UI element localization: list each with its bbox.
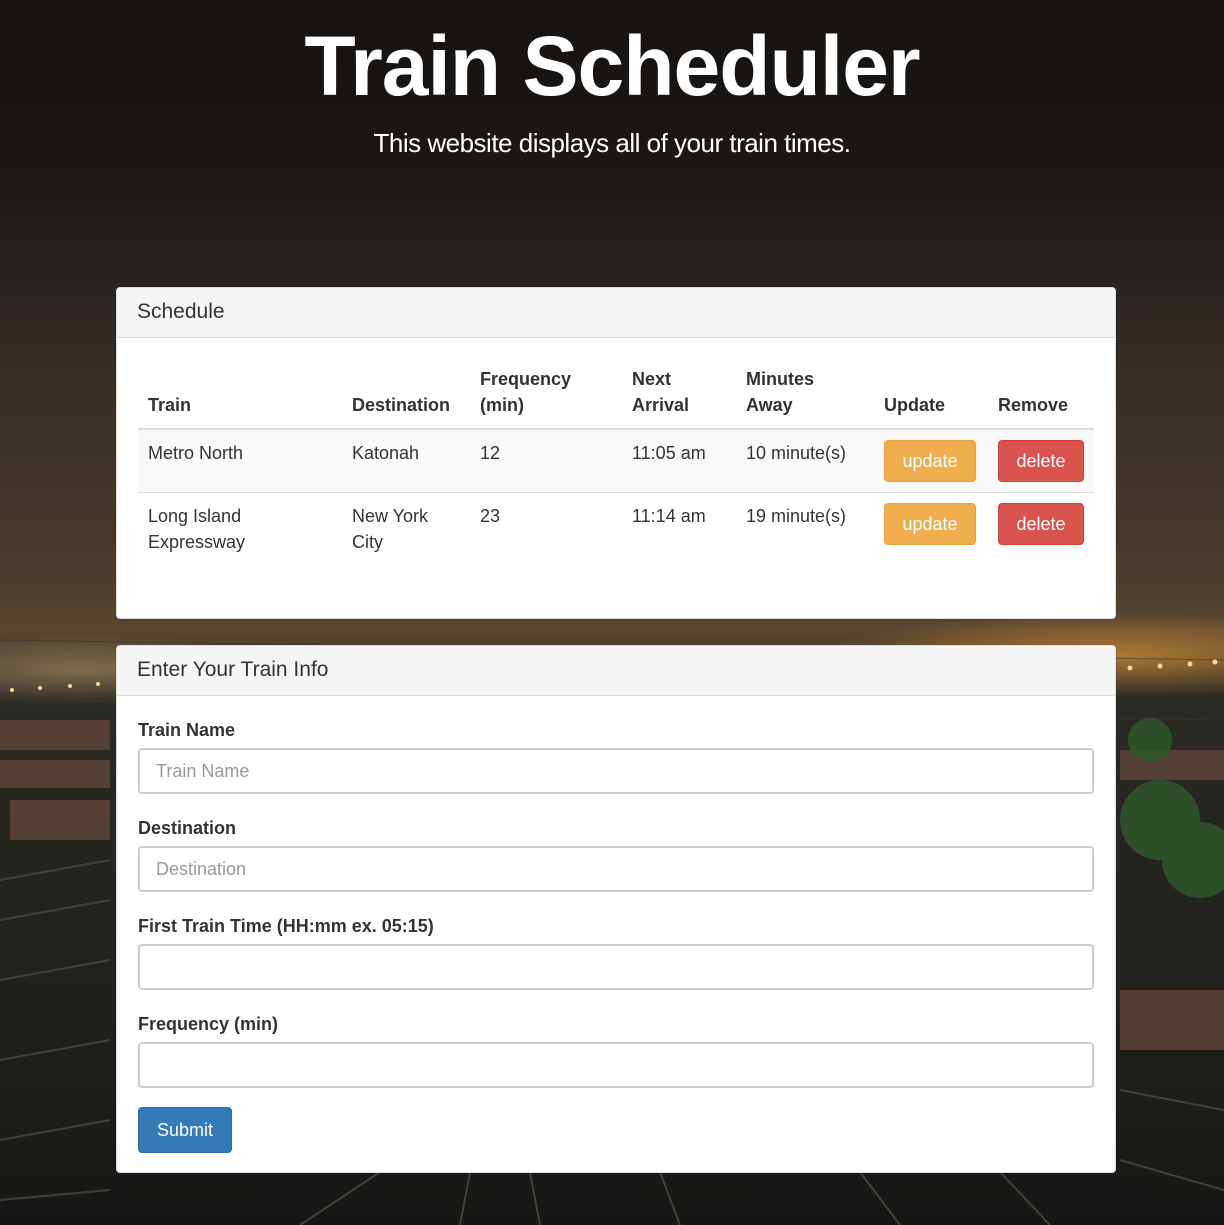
- column-header-frequency: Frequency (min): [470, 366, 622, 430]
- page-title: Train Scheduler: [304, 19, 920, 113]
- update-button[interactable]: update: [884, 440, 976, 482]
- destination-group: Destination: [138, 816, 1094, 892]
- cell-remove: delete: [988, 492, 1094, 565]
- schedule-panel-title: Schedule: [117, 288, 1115, 338]
- column-header-minutes-away: Minutes Away: [736, 366, 874, 430]
- column-header-update: Update: [874, 366, 988, 430]
- cell-frequency: 12: [470, 428, 622, 493]
- cell-update: update: [874, 428, 988, 493]
- train-name-input[interactable]: [138, 748, 1094, 794]
- first-train-time-label: First Train Time (HH:mm ex. 05:15): [138, 916, 434, 936]
- cell-destination: New York City: [342, 492, 470, 565]
- train-name-group: Train Name: [138, 718, 1094, 794]
- table-row: Metro North Katonah 12 11:05 am 10 minut…: [138, 428, 1094, 493]
- cell-train: Long Island Expressway: [138, 492, 342, 565]
- first-train-time-group: First Train Time (HH:mm ex. 05:15): [138, 914, 1094, 990]
- cell-train: Metro North: [138, 428, 342, 493]
- form-panel-title: Enter Your Train Info: [117, 646, 1115, 696]
- cell-remove: delete: [988, 428, 1094, 493]
- schedule-table-wrapper: Train Destination Frequency (min) Next A…: [138, 366, 1094, 565]
- cell-minutes-away: 19 minute(s): [736, 492, 874, 565]
- frequency-group: Frequency (min): [138, 1012, 1094, 1088]
- table-header-row: Train Destination Frequency (min) Next A…: [138, 366, 1094, 430]
- schedule-panel: Schedule Train Destination Frequency (mi…: [116, 287, 1116, 619]
- frequency-label: Frequency (min): [138, 1014, 279, 1034]
- destination-input[interactable]: [138, 846, 1094, 892]
- schedule-table: Train Destination Frequency (min) Next A…: [138, 366, 1094, 565]
- cell-next-arrival: 11:14 am: [622, 492, 736, 565]
- cell-frequency: 23: [470, 492, 622, 565]
- cell-update: update: [874, 492, 988, 565]
- frequency-input[interactable]: [138, 1042, 1094, 1088]
- page-subtitle: This website displays all of your train …: [373, 128, 851, 158]
- column-header-train: Train: [138, 366, 342, 430]
- cell-next-arrival: 11:05 am: [622, 428, 736, 493]
- cell-destination: Katonah: [342, 428, 470, 493]
- submit-button[interactable]: Submit: [138, 1107, 232, 1153]
- column-header-remove: Remove: [988, 366, 1094, 430]
- train-info-form-panel: Enter Your Train Info Train Name Destina…: [116, 645, 1116, 1173]
- cell-minutes-away: 10 minute(s): [736, 428, 874, 493]
- first-train-time-input[interactable]: [138, 944, 1094, 990]
- update-button[interactable]: update: [884, 503, 976, 545]
- column-header-destination: Destination: [342, 366, 470, 430]
- destination-label: Destination: [138, 818, 237, 838]
- column-header-next-arrival: Next Arrival: [622, 366, 736, 430]
- table-row: Long Island Expressway New York City 23 …: [138, 492, 1094, 565]
- delete-button[interactable]: delete: [998, 503, 1084, 545]
- train-name-label: Train Name: [138, 720, 236, 740]
- delete-button[interactable]: delete: [998, 440, 1084, 482]
